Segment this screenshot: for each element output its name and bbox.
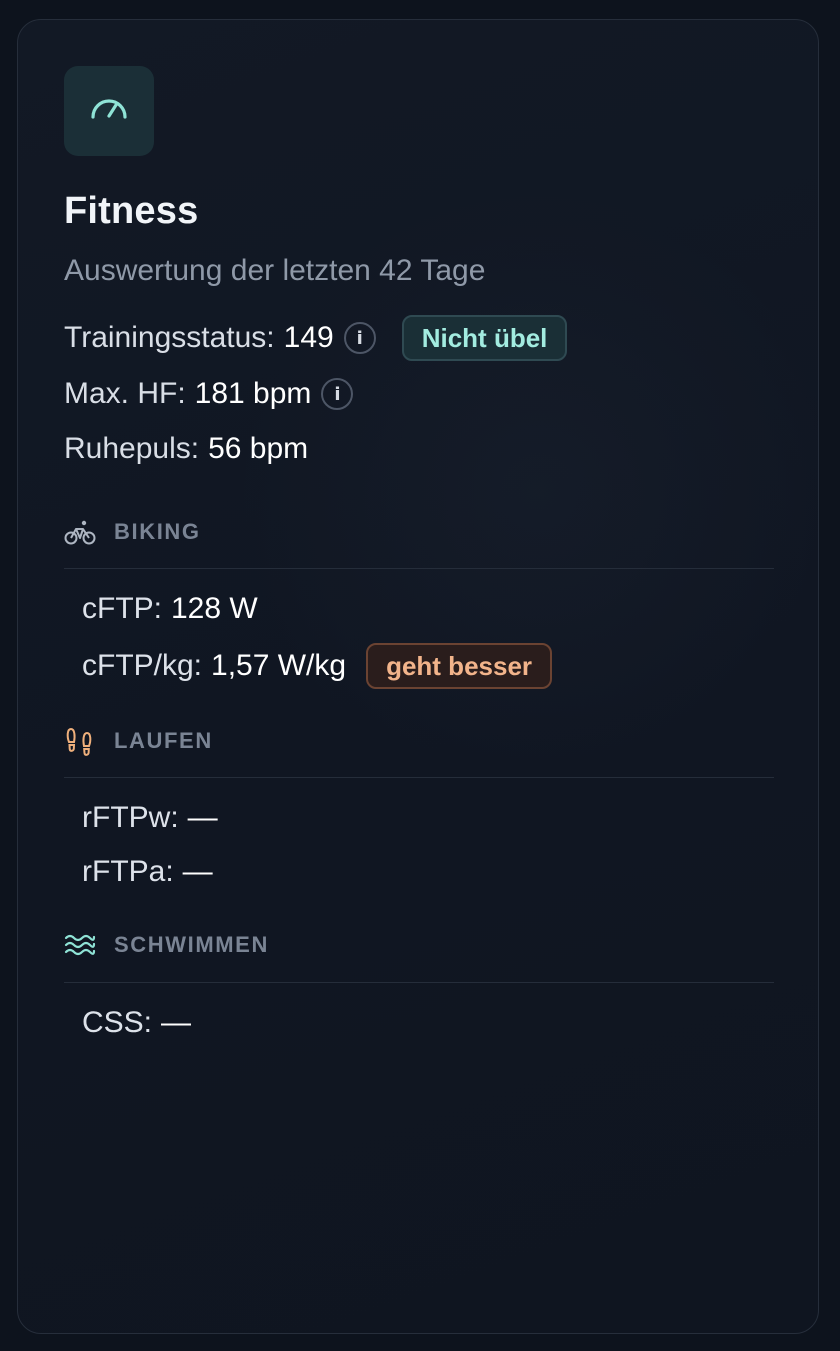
training-status-info-icon[interactable]: i — [343, 322, 376, 354]
training-status-row: Trainingsstatus: 149 i Nicht übel — [64, 315, 568, 361]
metric-css-value: — — [161, 1006, 192, 1039]
resting-hr-label: Ruhepuls: — [64, 432, 200, 465]
section-swimming-header: SCHWIMMEN — [64, 929, 269, 961]
metric-css-label: CSS: — [82, 1006, 153, 1039]
metric-cftp-kg: cFTP/kg: 1,57 W/kg geht besser — [82, 643, 553, 689]
metric-rftpa: rFTPa: — — [82, 855, 213, 889]
section-running-header: LAUFEN — [64, 725, 213, 757]
metric-rftpa-value: — — [182, 855, 213, 888]
section-swimming-title: SCHWIMMEN — [114, 932, 269, 957]
max-hr-info-icon[interactable]: i — [321, 378, 354, 410]
max-hr-row: Max. HF: 181 bpm i — [64, 377, 354, 411]
metric-rftpw-label: rFTPw: — [82, 801, 179, 834]
metric-cftp-label: cFTP: — [82, 592, 162, 625]
section-biking-divider — [64, 568, 774, 569]
metric-cftp-kg-value: 1,57 W/kg — [211, 649, 347, 682]
resting-hr-value: 56 bpm — [208, 432, 309, 465]
section-running-title: LAUFEN — [114, 728, 213, 753]
section-biking-header: BIKING — [64, 516, 201, 548]
training-status-label: Trainingsstatus: — [64, 321, 275, 354]
fitness-card: Fitness Auswertung der letzten 42 Tage T… — [17, 19, 819, 1334]
metric-css: CSS: — — [82, 1006, 191, 1040]
footprints-icon — [64, 725, 96, 757]
section-running-divider — [64, 777, 774, 778]
speedometer-icon — [87, 87, 131, 136]
waves-icon — [64, 929, 96, 961]
metric-cftp: cFTP: 128 W — [82, 592, 258, 626]
training-status-badge: Nicht übel — [401, 315, 568, 361]
section-biking-title: BIKING — [114, 519, 201, 544]
metric-cftp-kg-label: cFTP/kg: — [82, 649, 203, 682]
metric-rftpw-value: — — [187, 801, 218, 834]
bicycle-icon — [64, 516, 96, 548]
max-hr-label: Max. HF: — [64, 377, 186, 410]
card-subtitle: Auswertung der letzten 42 Tage — [64, 254, 486, 287]
card-title: Fitness — [64, 190, 199, 232]
resting-hr-row: Ruhepuls: 56 bpm — [64, 432, 308, 466]
fitness-icon-tile — [64, 66, 154, 156]
section-swimming-divider — [64, 982, 774, 983]
training-status-value: 149 — [283, 321, 334, 354]
cftp-kg-badge: geht besser — [366, 643, 553, 689]
metric-cftp-value: 128 W — [171, 592, 258, 625]
metric-rftpw: rFTPw: — — [82, 801, 218, 835]
metric-rftpa-label: rFTPa: — [82, 855, 174, 888]
max-hr-value: 181 bpm — [194, 377, 312, 410]
